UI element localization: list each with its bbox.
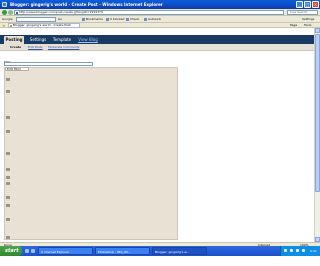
scroll-up-button[interactable] (315, 28, 320, 33)
bookmarks-button[interactable]: Bookmarks (82, 16, 103, 23)
maximize-button[interactable]: □ (304, 1, 311, 8)
network-icon[interactable] (284, 249, 287, 252)
vertical-scrollbar[interactable] (314, 28, 320, 242)
taskbar-item-photoshop[interactable]: Photoshop - IMG_00... (95, 247, 150, 255)
address-bar: http://www.blogger.com/post-create.g?blo… (0, 9, 320, 16)
blogger-favicon-icon (10, 24, 12, 27)
quick-launch-desktop-icon[interactable] (31, 249, 35, 253)
spell-check-button[interactable]: Check (126, 16, 139, 23)
text-color-icon[interactable] (6, 152, 10, 155)
search-input[interactable]: Live Search (287, 10, 318, 15)
settings-button[interactable]: Settings (302, 16, 314, 23)
post-editor: Edit Html (4, 67, 178, 240)
quick-launch-ie-icon[interactable] (25, 249, 29, 253)
bold-icon[interactable] (6, 116, 10, 119)
internet-explorer-icon (2, 2, 7, 7)
check-icon (126, 17, 129, 21)
system-tray: 9:41 PM (280, 246, 320, 263)
star-icon (82, 17, 85, 21)
font-size-icon[interactable] (6, 90, 10, 93)
window-title: Blogger: gingerig's world - Create Post … (10, 2, 163, 7)
browser-tab-title: Blogger: gingerig's world - Create Post (13, 23, 71, 27)
forward-icon[interactable] (8, 10, 13, 15)
autolink-button[interactable]: AutoLink (144, 16, 161, 23)
antivirus-icon[interactable] (296, 249, 299, 252)
taskbar-item-blogger[interactable]: Blogger: gingerig's w... (152, 247, 207, 255)
popup-blocked-button[interactable]: 0 blocked (106, 16, 124, 23)
blogger-nav-bar: Posting Settings Template View Blog (0, 35, 314, 44)
posting-subtabs: Create Edit Posts Moderate Comments (0, 44, 314, 51)
title-input[interactable] (4, 62, 93, 66)
window-title-bar: Blogger: gingerig's world - Create Post … (0, 0, 320, 9)
google-toolbar: Google Go Bookmarks 0 blocked Check Auto… (0, 16, 320, 23)
shield-icon (106, 17, 109, 21)
minimize-button[interactable]: _ (296, 1, 303, 8)
clock: 9:41 PM (310, 249, 317, 263)
url-field[interactable]: http://www.blogger.com/post-create.g?blo… (14, 10, 284, 15)
post-body-textarea[interactable] (13, 74, 173, 236)
page-icon (16, 11, 18, 14)
volume-icon[interactable] (290, 249, 293, 252)
numbered-list-icon[interactable] (6, 196, 10, 199)
url-text: http://www.blogger.com/post-create.g?blo… (19, 10, 103, 14)
subtab-edit-posts[interactable]: Edit Posts (28, 44, 43, 51)
italic-icon[interactable] (6, 130, 10, 133)
start-button[interactable]: start (0, 246, 22, 256)
align-center-icon[interactable] (6, 182, 10, 185)
back-icon[interactable] (2, 10, 7, 15)
taskbar: start 2 Internet Explorer Photoshop - IM… (0, 246, 320, 263)
link-icon (144, 17, 147, 21)
tab-template[interactable]: Template (51, 36, 73, 44)
google-label: Google (2, 17, 13, 21)
align-left-icon[interactable] (6, 176, 10, 179)
view-blog-link[interactable]: View Blog (77, 36, 99, 44)
messenger-icon[interactable] (302, 249, 305, 252)
link-icon[interactable] (6, 168, 10, 171)
font-icon[interactable] (6, 78, 10, 81)
image-icon[interactable] (6, 236, 10, 239)
scroll-thumb[interactable] (315, 34, 320, 192)
edit-html-tab[interactable]: Edit Html (5, 67, 29, 71)
quote-icon[interactable] (6, 218, 10, 221)
tab-posting[interactable]: Posting (4, 36, 24, 44)
bullet-list-icon[interactable] (6, 204, 10, 207)
taskbar-item-ie[interactable]: 2 Internet Explorer (38, 247, 93, 255)
subtab-create[interactable]: Create (10, 44, 21, 51)
subtab-moderate-comments[interactable]: Moderate Comments (48, 44, 79, 51)
close-button[interactable]: ✕ (312, 1, 319, 8)
google-search-field[interactable] (16, 17, 56, 22)
tab-settings[interactable]: Settings (27, 36, 49, 44)
page-content: Posting Settings Template View Blog Crea… (0, 28, 314, 242)
go-button[interactable]: Go (58, 16, 62, 23)
